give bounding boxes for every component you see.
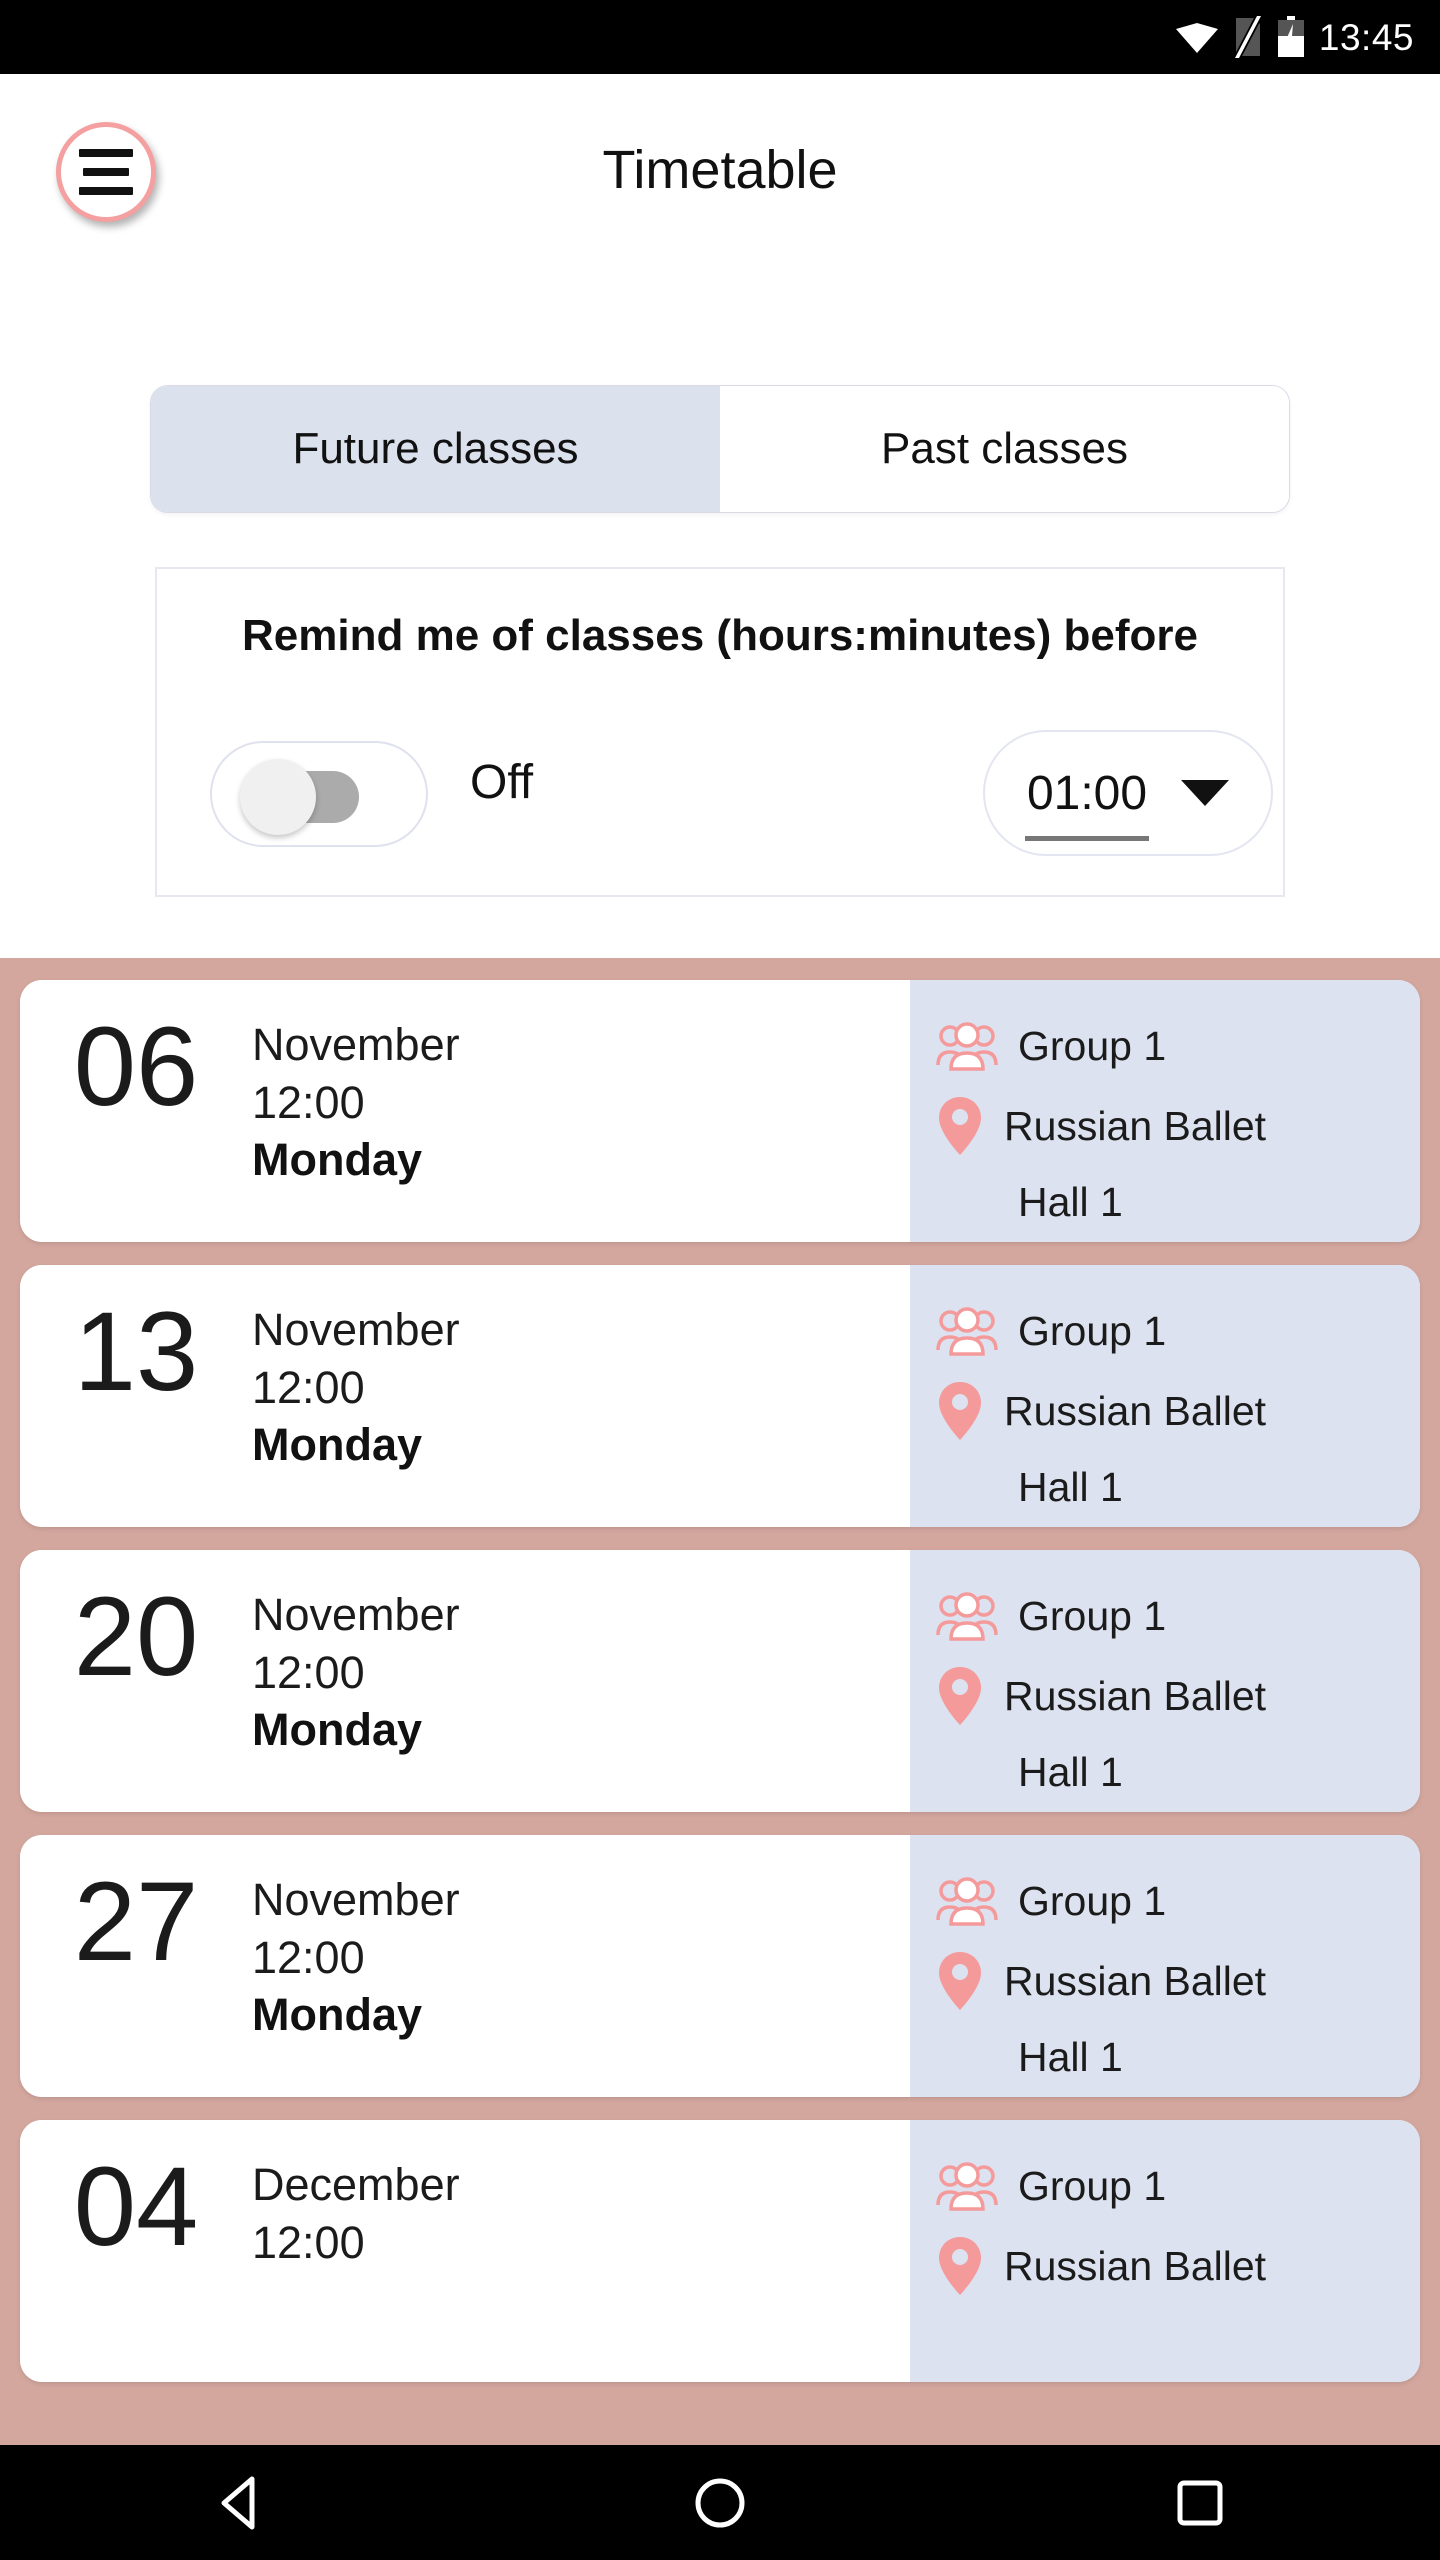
- class-day-number: 04: [73, 2144, 199, 2269]
- class-month: December: [252, 2159, 460, 2210]
- list-item[interactable]: 13 November 12:00 Monday Group 1 Russian…: [20, 1265, 1420, 1527]
- phone-screen: 13:45 Timetable Future classes Past clas…: [0, 0, 1440, 2560]
- class-hall-label: Hall 1: [1018, 1463, 1123, 1510]
- class-weekday: Monday: [252, 1134, 423, 1186]
- reminder-panel: Remind me of classes (hours:minutes) bef…: [155, 567, 1285, 897]
- sim-card-off-icon: [1232, 16, 1263, 58]
- class-date-section: 20 November 12:00 Monday: [20, 1550, 910, 1812]
- android-nav-bar: [0, 2445, 1440, 2560]
- class-month: November: [252, 1304, 460, 1355]
- class-weekday: Monday: [252, 1704, 423, 1756]
- circle-home-icon[interactable]: [688, 2471, 752, 2535]
- class-info-section: Group 1 Russian Ballet Hall 1: [910, 1550, 1420, 1812]
- class-location-row: Russian Ballet: [936, 1941, 1420, 2021]
- class-location-label: Russian Ballet: [1004, 1957, 1267, 2004]
- class-group-row: Group 1: [936, 1576, 1420, 1656]
- class-date-details: November 12:00 Monday: [252, 1871, 460, 2044]
- class-month: November: [252, 1019, 460, 1070]
- app-bar: Timetable: [0, 74, 1440, 266]
- class-date-details: November 12:00 Monday: [252, 1016, 460, 1189]
- class-time: 12:00: [252, 2216, 365, 2268]
- list-item[interactable]: 20 November 12:00 Monday Group 1 Russian…: [20, 1550, 1420, 1812]
- class-group-label: Group 1: [1018, 1877, 1167, 1924]
- class-info-section: Group 1 Russian Ballet: [910, 2120, 1420, 2382]
- class-group-row: Group 1: [936, 1291, 1420, 1371]
- class-group-label: Group 1: [1018, 2162, 1167, 2209]
- status-bar: 13:45: [0, 0, 1440, 74]
- class-location-label: Russian Ballet: [1004, 1672, 1267, 1719]
- people-group-icon: [936, 1877, 998, 1926]
- class-month: November: [252, 1874, 460, 1925]
- class-hall-label: Hall 1: [1018, 1748, 1123, 1795]
- class-info-section: Group 1 Russian Ballet Hall 1: [910, 1265, 1420, 1527]
- reminder-toggle-label: Off: [470, 756, 534, 809]
- class-list[interactable]: 06 November 12:00 Monday Group 1 Russian…: [0, 958, 1440, 2445]
- class-group-label: Group 1: [1018, 1592, 1167, 1639]
- people-group-icon: [936, 1592, 998, 1641]
- list-item[interactable]: 04 December 12:00 Group 1 Russian Ballet: [20, 2120, 1420, 2382]
- class-date-section: 06 November 12:00 Monday: [20, 980, 910, 1242]
- class-hall-label: Hall 1: [1018, 2033, 1123, 2080]
- page-title: Timetable: [602, 140, 838, 200]
- class-day-number: 20: [73, 1574, 199, 1699]
- class-group-label: Group 1: [1018, 1307, 1167, 1354]
- map-pin-icon: [939, 1667, 981, 1725]
- class-hall-label: Hall 1: [1018, 1178, 1123, 1225]
- class-group-row: Group 1: [936, 1861, 1420, 1941]
- status-bar-clock: 13:45: [1318, 16, 1414, 58]
- battery-charging-icon: [1277, 16, 1304, 57]
- class-time: 12:00: [252, 1361, 365, 1413]
- class-location-row: Russian Ballet: [936, 1086, 1420, 1166]
- class-weekday: Monday: [252, 1989, 423, 2041]
- people-group-icon: [936, 2162, 998, 2211]
- class-date-section: 04 December 12:00: [20, 2120, 910, 2382]
- class-date-details: December 12:00: [252, 2156, 460, 2271]
- tab-future-classes[interactable]: Future classes: [151, 386, 720, 512]
- class-location-label: Russian Ballet: [1004, 1387, 1267, 1434]
- class-info-section: Group 1 Russian Ballet Hall 1: [910, 980, 1420, 1242]
- chevron-down-icon: [1181, 780, 1230, 806]
- reminder-time-value: 01:00: [1024, 766, 1150, 841]
- class-weekday: Monday: [252, 1419, 423, 1471]
- map-pin-icon: [939, 1097, 981, 1155]
- list-item[interactable]: 06 November 12:00 Monday Group 1 Russian…: [20, 980, 1420, 1242]
- class-location-label: Russian Ballet: [1004, 1102, 1267, 1149]
- class-month: November: [252, 1589, 460, 1640]
- class-date-section: 13 November 12:00 Monday: [20, 1265, 910, 1527]
- reminder-title: Remind me of classes (hours:minutes) bef…: [242, 611, 1198, 660]
- class-group-label: Group 1: [1018, 1022, 1167, 1069]
- people-group-icon: [936, 1022, 998, 1071]
- class-group-row: Group 1: [936, 1006, 1420, 1086]
- reminder-time-dropdown[interactable]: 01:00: [983, 730, 1273, 856]
- class-location-row: Russian Ballet: [936, 2226, 1420, 2306]
- map-pin-icon: [939, 1952, 981, 2010]
- list-item[interactable]: 27 November 12:00 Monday Group 1 Russian…: [20, 1835, 1420, 2097]
- class-day-number: 06: [73, 1004, 199, 1129]
- reminder-toggle[interactable]: [210, 741, 428, 847]
- map-pin-icon: [939, 2237, 981, 2295]
- class-info-section: Group 1 Russian Ballet Hall 1: [910, 1835, 1420, 2097]
- class-day-number: 27: [73, 1859, 199, 1984]
- toggle-knob: [240, 759, 316, 835]
- class-hall-label: [936, 2306, 1420, 2378]
- reminder-controls-row: Off 01:00: [157, 719, 1283, 869]
- class-location-row: Russian Ballet: [936, 1371, 1420, 1451]
- class-time: 12:00: [252, 1076, 365, 1128]
- class-date-section: 27 November 12:00 Monday: [20, 1835, 910, 2097]
- people-group-icon: [936, 1307, 998, 1356]
- triangle-back-icon[interactable]: [208, 2471, 272, 2535]
- map-pin-icon: [939, 1382, 981, 1440]
- tab-past-classes[interactable]: Past classes: [720, 386, 1289, 512]
- class-location-row: Russian Ballet: [936, 1656, 1420, 1736]
- class-date-details: November 12:00 Monday: [252, 1586, 460, 1759]
- class-date-details: November 12:00 Monday: [252, 1301, 460, 1474]
- class-day-number: 13: [73, 1289, 199, 1414]
- class-group-row: Group 1: [936, 2146, 1420, 2226]
- square-recents-icon[interactable]: [1168, 2471, 1232, 2535]
- tab-bar: Future classes Past classes: [150, 385, 1290, 513]
- class-time: 12:00: [252, 1931, 365, 1983]
- class-time: 12:00: [252, 1646, 365, 1698]
- class-location-label: Russian Ballet: [1004, 2242, 1267, 2289]
- wifi-icon: [1175, 23, 1218, 53]
